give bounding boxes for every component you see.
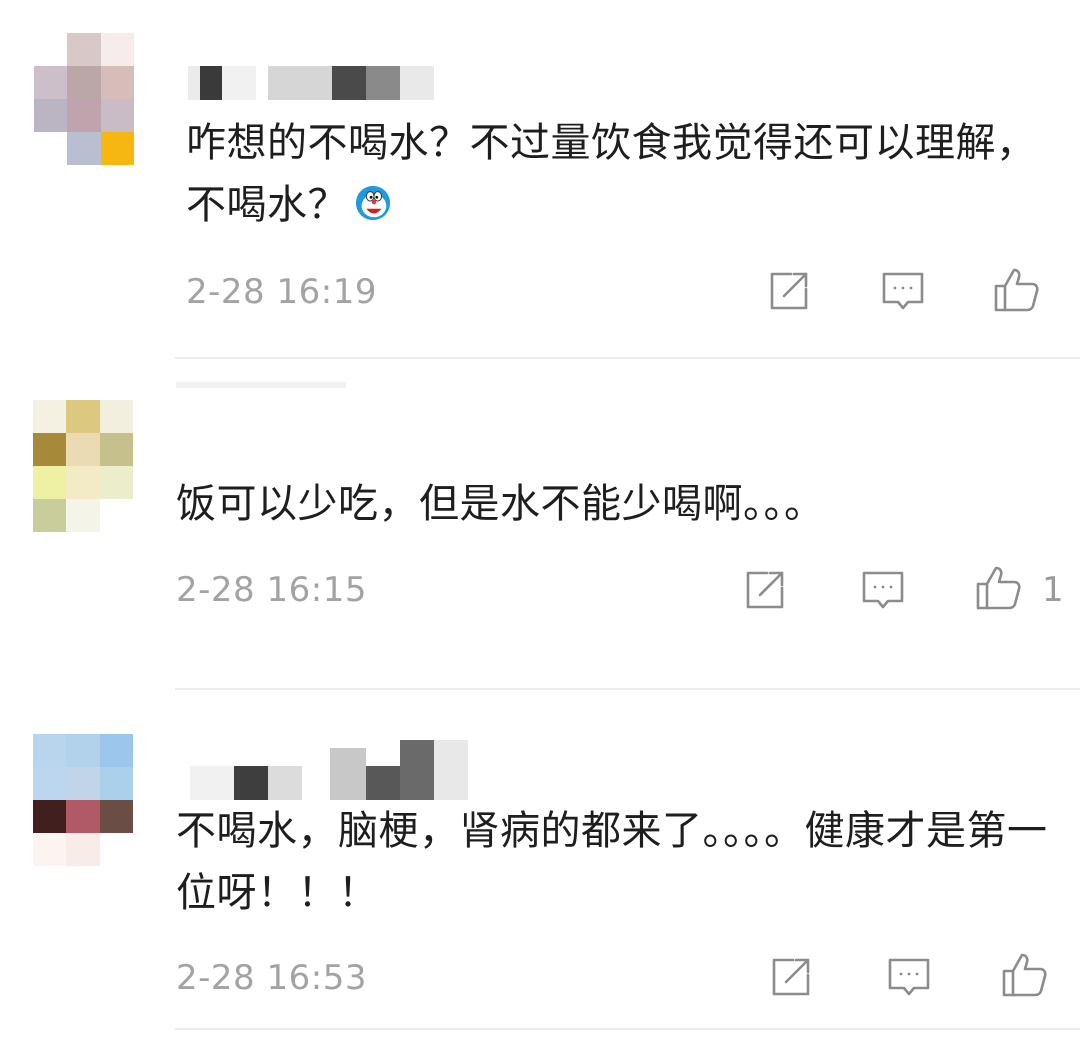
comment-time: 2-28 16:19: [186, 272, 377, 312]
like-button[interactable]: [992, 264, 1042, 314]
doraemon-face-icon: [355, 185, 391, 221]
like-button[interactable]: [974, 562, 1024, 612]
reply-button[interactable]: [878, 266, 928, 316]
comment-text: 饭可以少吃，但是水不能少喝啊。。。: [176, 481, 825, 527]
avatar[interactable]: [34, 33, 134, 165]
comment-text: 不喝水，脑梗，肾病的都来了。。。。健康才是第一位呀！！！: [176, 808, 1048, 916]
thumbs-up-icon: [976, 566, 1021, 610]
share-button[interactable]: [740, 565, 790, 615]
comment-item: 不喝水，脑梗，肾病的都来了。。。。健康才是第一位呀！！！ 2-28 16:53: [0, 690, 1080, 1054]
share-icon: [770, 272, 808, 310]
reply-button[interactable]: [858, 565, 908, 615]
share-icon: [746, 571, 784, 609]
thumbs-up-icon: [1002, 953, 1047, 997]
divider: [175, 357, 1080, 359]
share-icon: [772, 958, 810, 996]
comment-item: 饭可以少吃，但是水不能少喝啊。。。 2-28 16:15 1: [0, 360, 1080, 670]
comment-time: 2-28 16:53: [176, 958, 367, 998]
username-blurred[interactable]: [176, 382, 346, 416]
comment-icon: [888, 958, 930, 996]
comment-time: 2-28 16:15: [176, 570, 367, 610]
divider: [175, 1028, 1080, 1030]
avatar[interactable]: [33, 400, 133, 532]
username-blurred[interactable]: [188, 66, 438, 100]
reply-button[interactable]: [884, 952, 934, 1002]
like-button[interactable]: [1000, 949, 1050, 999]
comment-item: 咋想的不喝水？不过量饮食我觉得还可以理解，不喝水？ 2-28 16:19: [0, 0, 1080, 345]
comment-text: 咋想的不喝水？不过量饮食我觉得还可以理解，不喝水？: [186, 112, 1066, 236]
share-button[interactable]: [764, 266, 814, 316]
avatar[interactable]: [33, 734, 133, 866]
like-count: 1: [1042, 570, 1064, 610]
thumbs-up-icon: [994, 268, 1039, 312]
username-blurred[interactable]: [190, 740, 470, 800]
comment-icon: [882, 272, 924, 310]
share-button[interactable]: [766, 952, 816, 1002]
comment-icon: [862, 571, 904, 609]
comment-text-content: 咋想的不喝水？不过量饮食我觉得还可以理解，不喝水？: [186, 120, 1037, 228]
